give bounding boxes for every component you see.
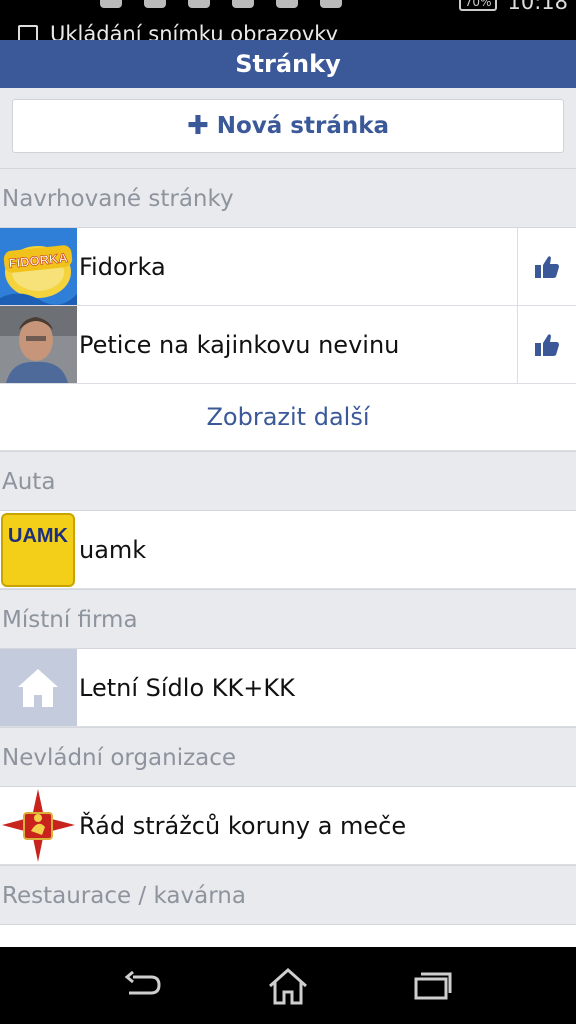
page-title: Stránky bbox=[235, 50, 341, 78]
screenshot-icon bbox=[18, 25, 38, 40]
page-name: Řád strážců koruny a meče bbox=[79, 811, 407, 840]
fidorka-thumbnail: FIDORKA bbox=[0, 228, 77, 305]
thumbs-up-icon bbox=[535, 255, 559, 278]
cross-emblem-logo bbox=[0, 787, 77, 864]
show-more-link[interactable]: Zobrazit další bbox=[0, 384, 576, 451]
section-header-local-business: Místní firma bbox=[0, 589, 576, 649]
suggested-page-row[interactable]: Petice na kajinkovu nevinu bbox=[0, 305, 576, 384]
section-header-suggested: Navrhované stránky bbox=[0, 168, 576, 228]
new-page-area: ✚ Nová stránka bbox=[0, 88, 576, 168]
section-header-restaurant: Restaurace / kavárna bbox=[0, 865, 576, 925]
notification-text: Ukládání snímku obrazovky bbox=[50, 22, 339, 40]
page-row[interactable]: Letní Sídlo KK+KK bbox=[0, 649, 576, 727]
pages-list[interactable]: ✚ Nová stránka Navrhované stránky FIDORK… bbox=[0, 88, 576, 947]
screenshot-notification: Ukládání snímku obrazovky bbox=[18, 22, 338, 40]
navigation-bar bbox=[0, 947, 576, 1024]
house-icon bbox=[0, 649, 77, 726]
new-page-label: Nová stránka bbox=[216, 113, 390, 139]
home-button[interactable] bbox=[258, 961, 318, 1011]
app-header: Stránky bbox=[0, 40, 576, 88]
new-page-button[interactable]: ✚ Nová stránka bbox=[12, 99, 564, 153]
suggested-page-name: Fidorka bbox=[79, 252, 166, 281]
suggested-page-name: Petice na kajinkovu nevinu bbox=[79, 330, 400, 359]
clock: 10:18 bbox=[507, 0, 568, 14]
suggested-page-row[interactable]: FIDORKA Fidorka bbox=[0, 227, 576, 306]
battery-indicator: 70% bbox=[458, 0, 498, 11]
like-button[interactable] bbox=[517, 227, 576, 306]
recent-apps-button[interactable] bbox=[403, 961, 463, 1011]
status-icons bbox=[100, 0, 342, 8]
section-header-ngo: Nevládní organizace bbox=[0, 727, 576, 787]
back-icon bbox=[124, 970, 161, 994]
status-bar: 70% 10:18 Ukládání snímku obrazovky bbox=[0, 0, 576, 40]
recent-apps-icon bbox=[414, 972, 452, 999]
svg-text:UAMK: UAMK bbox=[8, 525, 69, 547]
page-name: uamk bbox=[79, 535, 147, 564]
petice-thumbnail bbox=[0, 306, 77, 383]
thumbs-up-icon bbox=[535, 333, 559, 356]
like-button[interactable] bbox=[517, 305, 576, 384]
page-row-partial[interactable] bbox=[0, 925, 576, 947]
page-row[interactable]: Řád strážců koruny a meče bbox=[0, 787, 576, 865]
page-name: Letní Sídlo KK+KK bbox=[79, 673, 295, 702]
home-icon bbox=[268, 967, 307, 1004]
uamk-logo: UAMK bbox=[0, 511, 77, 588]
page-row[interactable]: UAMK uamk bbox=[0, 511, 576, 589]
back-button[interactable] bbox=[113, 961, 173, 1011]
section-header-auta: Auta bbox=[0, 451, 576, 511]
status-right: 70% 10:18 bbox=[458, 0, 568, 14]
plus-icon: ✚ bbox=[186, 111, 209, 141]
